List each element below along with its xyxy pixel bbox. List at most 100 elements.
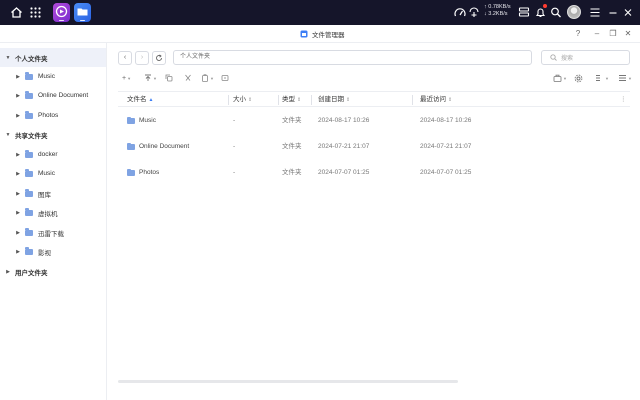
list-view-icon <box>619 75 626 81</box>
path-input[interactable]: 个人文件夹 <box>173 50 532 65</box>
copy-button[interactable] <box>165 71 173 85</box>
table-row[interactable]: Online Document - 文件夹 2024-07-21 21:07 2… <box>118 134 630 160</box>
column-divider[interactable] <box>228 95 229 105</box>
sidebar-item-label: Online Document <box>38 92 89 99</box>
upload-button[interactable]: ▼ <box>144 71 157 85</box>
table-row[interactable]: Photos - 文件夹 2024-07-07 01:25 2024-07-07… <box>118 160 630 186</box>
column-header-size[interactable]: 大小 ⇕ <box>233 92 252 108</box>
file-name-cell: Photos <box>127 160 159 186</box>
close-icon[interactable] <box>623 5 633 20</box>
share-button[interactable] <box>221 71 229 85</box>
sidebar-item-vm[interactable]: ▶ 虚拟机 <box>0 203 106 222</box>
tools-button[interactable]: ▼ <box>553 71 567 85</box>
sort-icon: ⇕ <box>448 97 453 103</box>
folder-icon <box>25 189 33 197</box>
sidebar-item-thunder-downloads[interactable]: ▶ 迅雷下载 <box>0 223 106 242</box>
sort-icon: ⇕ <box>248 97 253 103</box>
sidebar-item-label: 图库 <box>38 191 51 199</box>
file-created: 2024-08-17 10:26 <box>318 117 370 124</box>
sidebar-item-music[interactable]: ▶ Music <box>0 67 106 86</box>
app-grid-icon[interactable] <box>30 7 41 18</box>
column-options-icon[interactable]: ⋮ <box>620 92 627 108</box>
folder-icon <box>25 91 33 99</box>
chevron-right-icon: ▶ <box>16 151 20 158</box>
column-header-accessed[interactable]: 最近访问 ⇕ <box>420 92 452 108</box>
settings-button[interactable] <box>574 71 583 85</box>
sort-button[interactable]: ▼ <box>595 71 609 85</box>
chevron-down-icon: ▼ <box>210 75 214 81</box>
cut-button[interactable] <box>184 71 192 85</box>
network-icon[interactable] <box>468 5 480 20</box>
folder-app-icon <box>77 8 88 16</box>
column-divider[interactable] <box>311 95 312 105</box>
column-divider[interactable] <box>278 95 279 105</box>
file-size: - <box>233 117 236 124</box>
window-maximize-icon[interactable]: ❐ <box>607 28 619 40</box>
column-label: 类型 <box>282 96 295 103</box>
view-mode-button[interactable]: ▼ <box>618 71 632 85</box>
user-avatar[interactable] <box>567 5 581 19</box>
menu-icon[interactable] <box>589 5 601 20</box>
chevron-right-icon: ▶ <box>16 170 20 177</box>
file-manager-app-launcher[interactable] <box>74 3 91 22</box>
back-button[interactable]: ‹ <box>118 51 132 65</box>
column-label: 创建日期 <box>318 96 344 103</box>
sidebar-item-gallery[interactable]: ▶ 图库 <box>0 184 106 203</box>
media-app-launcher[interactable] <box>53 3 70 22</box>
chevron-right-icon: ▶ <box>16 248 20 255</box>
chevron-right-icon: ▶ <box>16 229 20 236</box>
sidebar-item-label: 影视 <box>38 249 51 257</box>
column-header-type[interactable]: 类型 ⇕ <box>282 92 301 108</box>
toolbox-icon <box>553 74 562 82</box>
gauge-icon[interactable] <box>453 5 467 20</box>
chevron-right-icon: ▶ <box>16 92 20 99</box>
sidebar-group-label: 用户文件夹 <box>15 269 48 277</box>
sidebar-group-label: 共享文件夹 <box>15 132 48 140</box>
sort-asc-icon: ▲ <box>148 97 154 103</box>
sidebar: ▼ 个人文件夹 ▶ Music ▶ Online Document ▶ Phot… <box>0 43 107 400</box>
folder-icon <box>25 228 33 236</box>
sidebar-group-users[interactable]: ▶ 用户文件夹 <box>0 262 106 281</box>
column-header-created[interactable]: 创建日期 ⇕ <box>318 92 350 108</box>
folder-icon <box>25 247 33 255</box>
plus-icon: + <box>122 74 127 82</box>
storage-icon[interactable] <box>518 5 530 20</box>
file-size: - <box>233 169 236 176</box>
help-icon[interactable]: ? <box>572 28 584 40</box>
sidebar-item-online-document[interactable]: ▶ Online Document <box>0 86 106 105</box>
folder-icon <box>25 72 33 80</box>
search-icon[interactable] <box>550 5 562 20</box>
sidebar-group-personal[interactable]: ▼ 个人文件夹 <box>0 48 106 67</box>
sidebar-item-docker[interactable]: ▶ docker <box>0 145 106 164</box>
file-manager-icon <box>300 30 308 38</box>
folder-icon <box>25 150 33 158</box>
file-type: 文件夹 <box>282 169 302 176</box>
new-button[interactable]: + ▼ <box>122 71 131 85</box>
sidebar-item-shared-music[interactable]: ▶ Music <box>0 164 106 183</box>
minimize-icon[interactable] <box>608 5 618 20</box>
sort-list-icon <box>596 75 600 81</box>
folder-icon <box>25 111 33 119</box>
refresh-button[interactable] <box>152 51 166 65</box>
window-close-icon[interactable]: ✕ <box>622 28 634 40</box>
sidebar-item-label: Music <box>38 170 55 177</box>
window-titlebar: 文件管理器 ? – ❐ ✕ <box>0 25 640 43</box>
file-accessed: 2024-08-17 10:26 <box>420 117 472 124</box>
sidebar-item-photos[interactable]: ▶ Photos <box>0 106 106 125</box>
horizontal-scrollbar[interactable] <box>118 380 458 383</box>
sidebar-item-label: 迅雷下载 <box>38 230 64 238</box>
search-input[interactable]: 搜索 <box>541 50 630 65</box>
sidebar-group-shared[interactable]: ▼ 共享文件夹 <box>0 125 106 144</box>
sidebar-item-movies[interactable]: ▶ 影视 <box>0 242 106 261</box>
column-divider[interactable] <box>412 95 413 105</box>
share-icon <box>221 75 229 81</box>
forward-button[interactable]: › <box>135 51 149 65</box>
table-row[interactable]: Music - 文件夹 2024-08-17 10:26 2024-08-17 … <box>118 108 630 134</box>
window-minimize-icon[interactable]: – <box>591 28 603 40</box>
file-name-cell: Music <box>127 108 156 134</box>
sort-icon: ⇕ <box>346 97 351 103</box>
paste-button[interactable]: ▼ <box>201 71 214 85</box>
home-icon[interactable] <box>10 6 23 19</box>
column-label: 文件名 <box>127 96 147 103</box>
column-header-name[interactable]: 文件名 ▲ <box>127 92 153 108</box>
